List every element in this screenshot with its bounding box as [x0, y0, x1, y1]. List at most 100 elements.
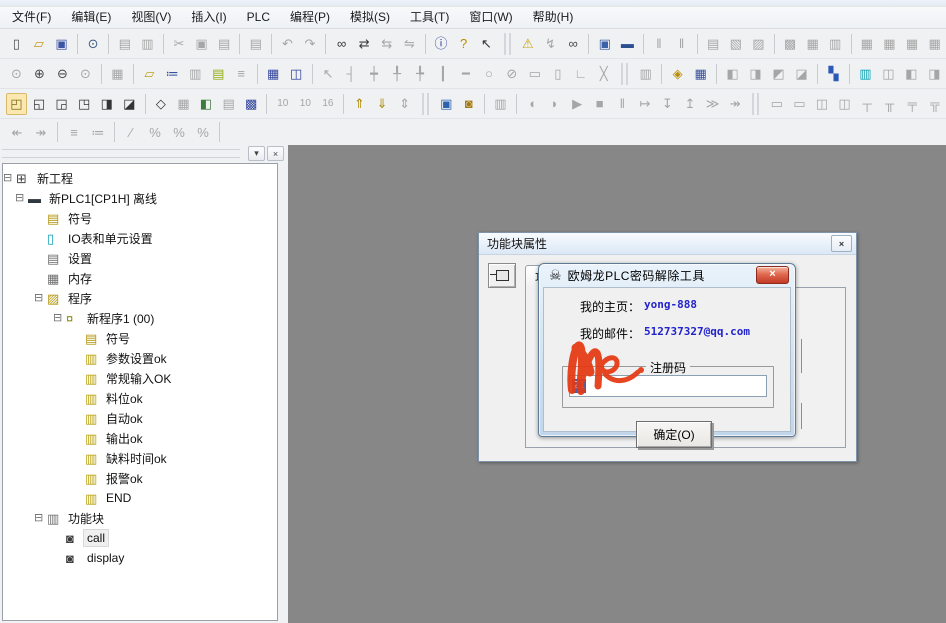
memory-compare-button[interactable]: ▦: [902, 33, 923, 55]
menu-tools[interactable]: 工具(T): [400, 7, 459, 28]
sim-step-in-button[interactable]: ↧: [657, 93, 678, 115]
show-symbol-bar-button[interactable]: ≡: [231, 63, 252, 85]
tree-item-programs[interactable]: ⊟▨程序: [3, 288, 277, 308]
menu-program[interactable]: 编程(P): [280, 7, 340, 28]
memory-card-button[interactable]: ▦: [857, 33, 878, 55]
transfer-cable-button[interactable]: ▬: [617, 33, 638, 55]
sim-pause-button[interactable]: ‖: [612, 93, 633, 115]
edit-marker-1-button[interactable]: ∕: [120, 121, 142, 143]
contact-closed-button[interactable]: ┿: [364, 63, 385, 85]
stop-sampling-button[interactable]: ▥: [825, 33, 846, 55]
sim-continuous-step-button[interactable]: ≫: [702, 93, 723, 115]
dialog-titlebar[interactable]: 功能块属性 ×: [479, 233, 856, 255]
instruction-box-button[interactable]: ▭: [524, 63, 545, 85]
or-contact-closed-button[interactable]: ╄: [410, 63, 431, 85]
panel-close-button[interactable]: ×: [267, 146, 284, 161]
indent-decrease-button[interactable]: ↞: [6, 121, 28, 143]
tree-item-function-blocks[interactable]: ⊟▥功能块: [3, 508, 277, 528]
tree-item-section-auto[interactable]: ▥自动ok: [3, 408, 277, 428]
ok-button[interactable]: 确定(O): [636, 421, 712, 448]
redo-button[interactable]: ↷: [300, 33, 321, 55]
replace-button[interactable]: ⇄: [354, 33, 375, 55]
toolbar-grip[interactable]: [752, 93, 759, 115]
watch-window-button[interactable]: ▚: [823, 63, 844, 85]
find-in-page-button[interactable]: ⊙: [83, 33, 104, 55]
zoom-in-button[interactable]: ⊕: [29, 63, 50, 85]
tree-item-fb-display[interactable]: ◙display: [3, 548, 277, 568]
plc-clock-button[interactable]: ▥: [635, 63, 656, 85]
coil-open-button[interactable]: ○: [478, 63, 499, 85]
tree-expand-toggle[interactable]: ⊟: [34, 513, 47, 524]
instruction-closed-button[interactable]: ▯: [547, 63, 568, 85]
show-rung-wrapping-button[interactable]: ▥: [185, 63, 206, 85]
replace-in-project-button[interactable]: ⇆: [377, 33, 398, 55]
compare-with-plc-button[interactable]: ⇕: [394, 93, 415, 115]
undo-button[interactable]: ↶: [277, 33, 298, 55]
net-topology-1-button[interactable]: ┬: [857, 93, 878, 115]
grid-button[interactable]: ▦: [107, 63, 128, 85]
monitor-in-window-button[interactable]: ▦: [173, 93, 194, 115]
radix-hexadecimal-button[interactable]: 16: [318, 93, 339, 115]
time-chart-monitor-button[interactable]: ▦: [690, 63, 711, 85]
contact-open-button[interactable]: ┤: [341, 63, 362, 85]
rung-comment-button[interactable]: ≔: [87, 121, 109, 143]
net-screen-2-button[interactable]: ◫: [834, 93, 855, 115]
edit-marker-2-button[interactable]: %: [144, 121, 166, 143]
toggle-cross-reference-button[interactable]: ◳: [74, 93, 95, 115]
tree-item-program-symbols[interactable]: ▤符号: [3, 328, 277, 348]
toolbar-grip[interactable]: [504, 33, 511, 55]
invert-tool-button[interactable]: ∟: [570, 63, 591, 85]
pin-button[interactable]: [488, 263, 516, 288]
menu-simulation[interactable]: 模拟(S): [340, 7, 400, 28]
transfer-to-plc-button[interactable]: ⇑: [349, 93, 370, 115]
radix-decimal-button[interactable]: 10: [272, 93, 293, 115]
menu-insert[interactable]: 插入(I): [181, 7, 236, 28]
menu-edit[interactable]: 编辑(E): [61, 7, 121, 28]
dialog-titlebar[interactable]: ☠ 欧姆龙PLC密码解除工具 ×: [539, 264, 795, 286]
sampling-settings-button[interactable]: ▦: [802, 33, 823, 55]
sim-step-run-button[interactable]: ↦: [635, 93, 656, 115]
pause-with-trigger-button[interactable]: ◖: [522, 93, 543, 115]
net-view-2-button[interactable]: ▭: [789, 93, 810, 115]
io-table-window-button[interactable]: ▥: [855, 63, 876, 85]
transfer-settings-button[interactable]: ▣: [594, 33, 615, 55]
select-tool-button[interactable]: ↖: [318, 63, 339, 85]
set-value-button[interactable]: ◪: [791, 63, 812, 85]
menu-view[interactable]: 视图(V): [121, 7, 181, 28]
upload-doc-button[interactable]: ▤: [703, 33, 724, 55]
sim-run-button[interactable]: ▶: [567, 93, 588, 115]
radix-signed-decimal-button[interactable]: 10: [295, 93, 316, 115]
menu-file[interactable]: 文件(F): [2, 7, 61, 28]
set-password-button[interactable]: ▣: [436, 93, 457, 115]
net-topology-4-button[interactable]: ╦: [925, 93, 946, 115]
tree-item-section-output[interactable]: ▥输出ok: [3, 428, 277, 448]
tree-expand-toggle[interactable]: ⊟: [15, 193, 28, 204]
monitor-window-button[interactable]: ◫: [878, 63, 899, 85]
menu-help[interactable]: 帮助(H): [523, 7, 584, 28]
context-help-button[interactable]: ↖: [476, 33, 497, 55]
diff-monitor-button[interactable]: ◧: [196, 93, 217, 115]
or-contact-open-button[interactable]: ╀: [387, 63, 408, 85]
tree-item-settings[interactable]: ▤设置: [3, 248, 277, 268]
toggle-project-workspace-button[interactable]: ◰: [6, 93, 27, 115]
tree-expand-toggle[interactable]: ⊟: [3, 173, 16, 184]
ci-view-button[interactable]: ◫: [286, 63, 307, 85]
zoom-to-fit-button[interactable]: ⊙: [6, 63, 27, 85]
force-on-button[interactable]: ◧: [722, 63, 743, 85]
save-button[interactable]: ▣: [51, 33, 72, 55]
compile-button[interactable]: ⚠: [518, 33, 539, 55]
window-check-button[interactable]: ◨: [924, 63, 945, 85]
mnemonic-view-button[interactable]: ▦: [263, 63, 284, 85]
about-button[interactable]: ⓘ: [431, 33, 452, 55]
pause-monitor-hand-button[interactable]: ◗: [544, 93, 565, 115]
paste-button[interactable]: ▤: [214, 33, 235, 55]
cancel-transfer-button[interactable]: ▨: [748, 33, 769, 55]
registration-code-input[interactable]: 21: [569, 375, 767, 397]
zoom-out-button[interactable]: ⊖: [52, 63, 73, 85]
toggle-output-window-button[interactable]: ◱: [29, 93, 50, 115]
io-comment-view-button[interactable]: ▤: [218, 93, 239, 115]
indent-increase-button[interactable]: ↠: [30, 121, 52, 143]
show-program-sections-button[interactable]: ▤: [208, 63, 229, 85]
delete-tool-button[interactable]: ╳: [593, 63, 614, 85]
tree-item-section-alarm[interactable]: ▥报警ok: [3, 468, 277, 488]
